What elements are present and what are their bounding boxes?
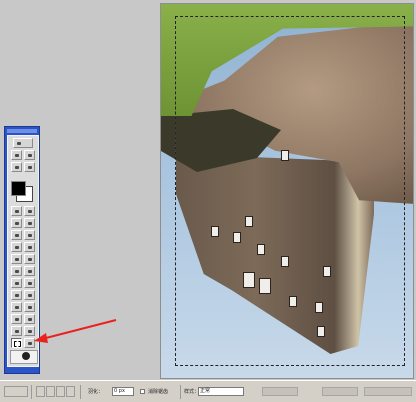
- tool-shape[interactable]: [24, 290, 35, 300]
- options-divider: [80, 385, 81, 399]
- tool-measure[interactable]: [24, 326, 35, 336]
- antialias-checkbox[interactable]: [140, 389, 145, 394]
- feather-input[interactable]: 0 px: [112, 387, 134, 396]
- tools-palette-titlebar[interactable]: [7, 129, 37, 133]
- width-input[interactable]: [262, 387, 298, 396]
- tool-standard-mode[interactable]: [11, 162, 22, 172]
- tools-palette[interactable]: [4, 126, 40, 374]
- tool-eraser[interactable]: [11, 254, 22, 264]
- tool-rotate[interactable]: [11, 326, 22, 336]
- tool-healing-brush[interactable]: [11, 230, 22, 240]
- new-selection-button[interactable]: [36, 386, 45, 397]
- tools-palette-body: [7, 135, 39, 367]
- photoshop-logo-button[interactable]: [13, 138, 33, 148]
- tool-eyedropper[interactable]: [24, 302, 35, 312]
- tool-screen-mode-standard[interactable]: [11, 150, 22, 160]
- height-input[interactable]: [322, 387, 358, 396]
- tool-brush[interactable]: [24, 230, 35, 240]
- options-bar: 羽化： 0 px 消除锯齿 样式： 正常: [0, 380, 416, 402]
- tool-lasso[interactable]: [11, 206, 22, 216]
- tool-magic-wand[interactable]: [24, 206, 35, 216]
- tool-dodge[interactable]: [24, 266, 35, 276]
- tool-gradient[interactable]: [24, 254, 35, 264]
- tool-zoom[interactable]: [24, 314, 35, 324]
- selection-marquee[interactable]: [175, 16, 405, 366]
- tool-pen[interactable]: [11, 290, 22, 300]
- tool-notes[interactable]: [11, 302, 22, 312]
- tool-hand[interactable]: [11, 314, 22, 324]
- subtract-from-selection-button[interactable]: [56, 386, 65, 397]
- document-canvas[interactable]: [160, 3, 414, 379]
- intersect-selection-button[interactable]: [66, 386, 75, 397]
- foreground-color-swatch[interactable]: [11, 181, 26, 196]
- tool-screen-mode-full[interactable]: [24, 150, 35, 160]
- tool-move[interactable]: [24, 338, 35, 348]
- add-to-selection-button[interactable]: [46, 386, 55, 397]
- palette-well[interactable]: [364, 387, 412, 396]
- options-divider: [180, 385, 181, 399]
- tool-rectangular-marquee[interactable]: [11, 338, 22, 348]
- tool-clone-stamp[interactable]: [11, 242, 22, 252]
- tool-type[interactable]: [24, 278, 35, 288]
- style-label: 样式：: [184, 389, 200, 395]
- tool-path-selection[interactable]: [11, 278, 22, 288]
- tool-slice[interactable]: [24, 218, 35, 228]
- tool-quick-mask[interactable]: [24, 162, 35, 172]
- options-divider: [31, 385, 32, 399]
- style-select[interactable]: 正常: [198, 387, 244, 396]
- tool-preset-picker[interactable]: [4, 386, 28, 397]
- antialias-label: 消除锯齿: [148, 389, 169, 395]
- tool-blur[interactable]: [11, 266, 22, 276]
- tool-crop[interactable]: [11, 218, 22, 228]
- feather-label: 羽化：: [88, 389, 104, 395]
- tool-history-brush[interactable]: [24, 242, 35, 252]
- imageready-icon: [22, 352, 30, 360]
